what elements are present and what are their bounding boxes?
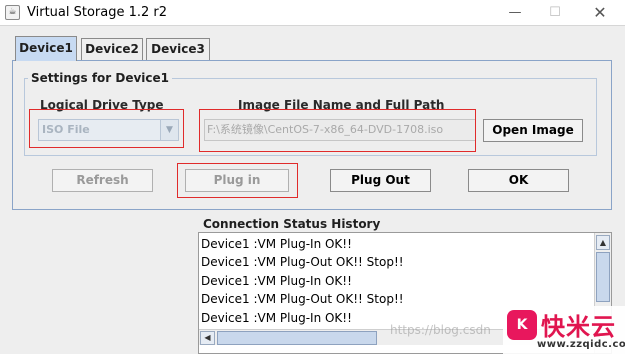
drive-type-select[interactable]: ISO File ▼	[38, 119, 179, 141]
refresh-button[interactable]: Refresh	[52, 169, 153, 192]
settings-group-title: Settings for Device1	[28, 71, 173, 85]
logo-text: 快米云	[541, 313, 616, 341]
watermark-text: https://blog.csdn	[390, 323, 491, 337]
maximize-button[interactable]: ☐	[535, 0, 575, 25]
history-title: Connection Status History	[203, 217, 381, 231]
java-app-icon: ☕	[5, 5, 20, 20]
chevron-down-icon[interactable]: ▼	[160, 120, 178, 140]
history-entry: Device1 :VM Plug-Out OK!! Stop!!	[201, 255, 404, 270]
history-entry: Device1 :VM Plug-In OK!!	[201, 237, 352, 251]
plug-in-button[interactable]: Plug in	[185, 169, 289, 192]
tab-device2[interactable]: Device2	[81, 38, 143, 60]
minimize-button[interactable]: —	[495, 0, 535, 25]
drive-type-label: Logical Drive Type	[40, 98, 164, 112]
close-button[interactable]: ✕	[580, 0, 620, 25]
image-path-label: Image File Name and Full Path	[238, 98, 445, 112]
horizontal-scroll-thumb[interactable]	[217, 331, 377, 345]
tab-device3[interactable]: Device3	[146, 38, 210, 60]
open-image-button[interactable]: Open Image	[483, 119, 583, 142]
logo-url: www.zzqidc.com	[537, 339, 625, 350]
scroll-up-icon[interactable]: ▲	[596, 235, 610, 250]
scroll-left-icon[interactable]: ◀	[200, 331, 215, 345]
ok-button[interactable]: OK	[468, 169, 569, 192]
history-entry: Device1 :VM Plug-In OK!!	[201, 273, 352, 288]
site-logo: K 快米云 www.zzqidc.com	[503, 306, 625, 354]
image-path-field[interactable]: F:\系统镜像\CentOS-7-x86_64-DVD-1708.iso	[204, 119, 476, 141]
window-title: Virtual Storage 1.2 r2	[27, 5, 168, 20]
vertical-scroll-thumb[interactable]	[596, 252, 610, 302]
settings-group	[24, 78, 597, 156]
logo-icon: K	[507, 310, 537, 340]
title-bar: ☕ Virtual Storage 1.2 r2 — ☐ ✕	[0, 0, 625, 26]
tab-device1[interactable]: Device1	[15, 36, 77, 61]
drive-type-value: ISO File	[42, 123, 90, 136]
plug-out-button[interactable]: Plug Out	[330, 169, 431, 192]
